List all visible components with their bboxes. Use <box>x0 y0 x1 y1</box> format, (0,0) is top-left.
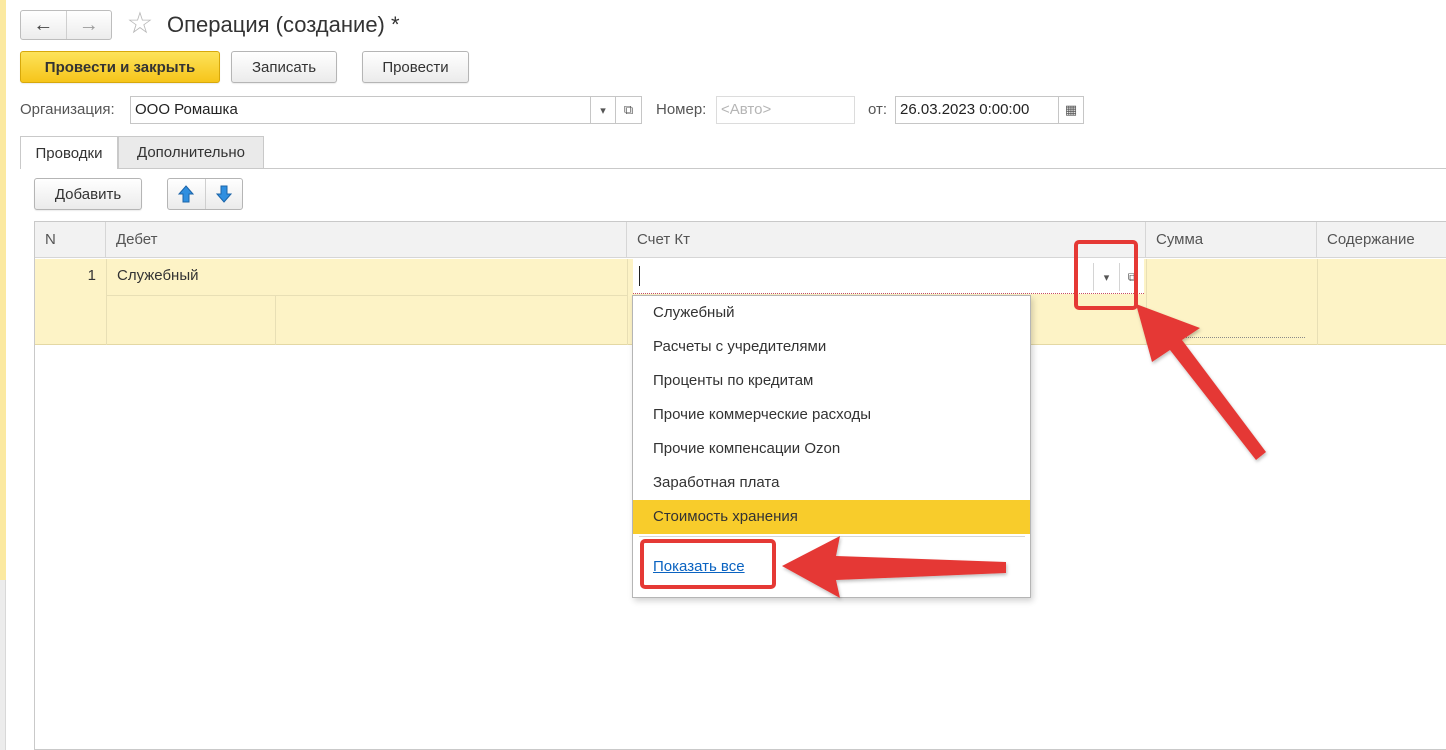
row-divider <box>1146 259 1147 345</box>
date-field[interactable]: 26.03.2023 0:00:00 <box>895 96 1059 124</box>
text-caret <box>639 266 640 286</box>
dropdown-separator <box>639 536 1025 537</box>
row-divider <box>275 295 276 345</box>
dropdown-item[interactable]: Прочие компенсации Ozon <box>633 432 1030 466</box>
row-divider <box>627 259 628 345</box>
column-header-n[interactable]: N <box>35 222 106 258</box>
move-buttons-group <box>167 178 243 210</box>
column-header-amount[interactable]: Сумма <box>1146 222 1317 258</box>
credit-account-input[interactable]: ▾ ⧉ <box>633 259 1144 294</box>
navigation-group: ← → <box>20 10 112 40</box>
post-button[interactable]: Провести <box>362 51 469 83</box>
tab-postings[interactable]: Проводки <box>20 136 118 169</box>
amount-underline <box>1155 337 1305 338</box>
left-frame-panel <box>0 580 6 750</box>
tab-divider <box>20 168 1446 169</box>
dropdown-item[interactable]: Заработная плата <box>633 466 1030 500</box>
forward-arrow-icon[interactable]: → <box>65 11 112 39</box>
organization-field[interactable]: ООО Ромашка <box>130 96 591 124</box>
page-title: Операция (создание) * <box>167 12 400 37</box>
post-and-close-button[interactable]: Провести и закрыть <box>20 51 220 83</box>
row-divider <box>1317 259 1318 345</box>
arrow-up-icon <box>178 185 195 203</box>
back-arrow-icon[interactable]: ← <box>21 11 66 39</box>
favorite-star-icon[interactable]: ☆ <box>124 8 156 40</box>
move-up-button[interactable] <box>168 179 205 209</box>
dropdown-item-selected[interactable]: Стоимость хранения <box>633 500 1030 534</box>
organization-dropdown-button[interactable]: ▾ <box>590 96 616 124</box>
dropdown-item[interactable]: Прочие коммерческие расходы <box>633 398 1030 432</box>
organization-label: Организация: <box>20 101 115 118</box>
organization-open-button[interactable]: ⧉ <box>615 96 642 124</box>
dropdown-item[interactable]: Расчеты с учредителями <box>633 330 1030 364</box>
annotation-highlight-box <box>1074 240 1138 310</box>
number-label: Номер: <box>656 101 707 118</box>
left-frame-strip <box>0 0 6 580</box>
column-header-content[interactable]: Содержание <box>1317 222 1446 258</box>
row-number: 1 <box>87 267 96 284</box>
number-field[interactable]: <Авто> <box>716 96 855 124</box>
arrow-down-icon <box>215 185 232 203</box>
row-divider <box>106 259 107 345</box>
annotation-highlight-box <box>640 539 776 589</box>
dropdown-item[interactable]: Проценты по кредитам <box>633 364 1030 398</box>
calendar-button[interactable]: ▦ <box>1058 96 1084 124</box>
row-subdivider <box>106 295 627 296</box>
chevron-down-icon: ▾ <box>600 104 606 117</box>
column-header-debit[interactable]: Дебет <box>106 222 627 258</box>
add-row-button[interactable]: Добавить <box>34 178 142 210</box>
save-button[interactable]: Записать <box>231 51 337 83</box>
debit-cell[interactable]: Служебный <box>117 259 199 293</box>
date-label: от: <box>868 101 888 118</box>
calendar-icon: ▦ <box>1064 102 1078 117</box>
dropdown-item[interactable]: Служебный <box>633 296 1030 330</box>
move-down-button[interactable] <box>204 179 243 209</box>
column-header-credit-account[interactable]: Счет Кт <box>627 222 1146 258</box>
open-form-icon: ⧉ <box>623 102 634 117</box>
tab-additional[interactable]: Дополнительно <box>118 136 264 168</box>
